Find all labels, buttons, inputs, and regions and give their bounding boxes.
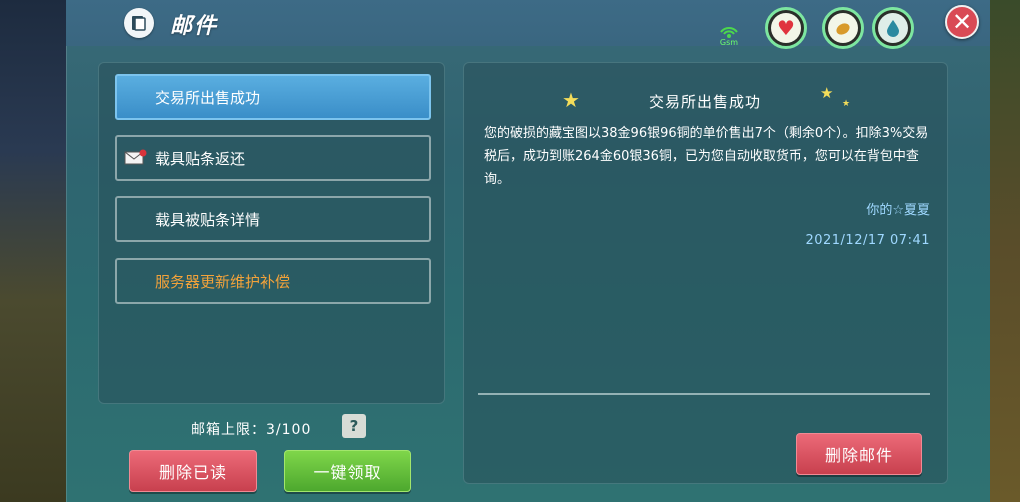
close-button[interactable]: ✕ (945, 5, 979, 39)
page-title: 邮件 (170, 14, 219, 39)
star-icon: ★ (820, 84, 834, 102)
mail-body: 您的破损的藏宝图以38金96银96铜的单价售出7个（剩余0个）。扣除3%交易税后… (484, 126, 929, 187)
mail-item-label: 载具被贴条详情 (155, 210, 261, 229)
hunger-stat (822, 7, 864, 49)
wifi-signal-icon (720, 27, 738, 38)
mail-item-maintenance-compensation[interactable]: 服务器更新维护补偿 (115, 258, 431, 304)
mail-sender: 你的☆夏夏 (866, 203, 930, 218)
signal-indicator: Gsm (712, 20, 746, 50)
help-button[interactable]: ? (342, 414, 366, 438)
claim-all-button[interactable]: 一键领取 (284, 450, 411, 492)
mail-book-icon (124, 8, 154, 38)
delete-mail-button[interactable]: 删除邮件 (796, 433, 922, 475)
water-drop-icon (887, 20, 899, 37)
mail-item-vehicle-ticket-details[interactable]: 载具被贴条详情 (115, 196, 431, 242)
star-icon: ★ (562, 88, 580, 112)
mail-item-label: 服务器更新维护补偿 (155, 272, 291, 291)
divider (478, 393, 930, 395)
mail-item-vehicle-ticket-return[interactable]: 载具贴条返还 (115, 135, 431, 181)
mail-item-label: 交易所出售成功 (155, 88, 261, 107)
food-icon (836, 23, 850, 35)
health-stat: ♥ (765, 7, 807, 49)
background-scenery-left (0, 0, 70, 502)
delete-read-button[interactable]: 删除已读 (129, 450, 257, 492)
mail-item-label: 载具贴条返还 (155, 149, 246, 168)
mailbox-capacity: 邮箱上限：3/100 (191, 422, 312, 438)
mail-item-sale-success[interactable]: 交易所出售成功 (115, 74, 431, 120)
envelope-icon (124, 149, 147, 165)
heart-icon: ♥ (777, 16, 795, 40)
thirst-stat (872, 7, 914, 49)
mail-date: 2021/12/17 07:41 (805, 233, 930, 248)
signal-label: Gsm (719, 38, 739, 47)
star-icon: ★ (842, 99, 851, 109)
close-icon: ✕ (951, 8, 973, 36)
mail-title: 交易所出售成功 (648, 93, 761, 111)
